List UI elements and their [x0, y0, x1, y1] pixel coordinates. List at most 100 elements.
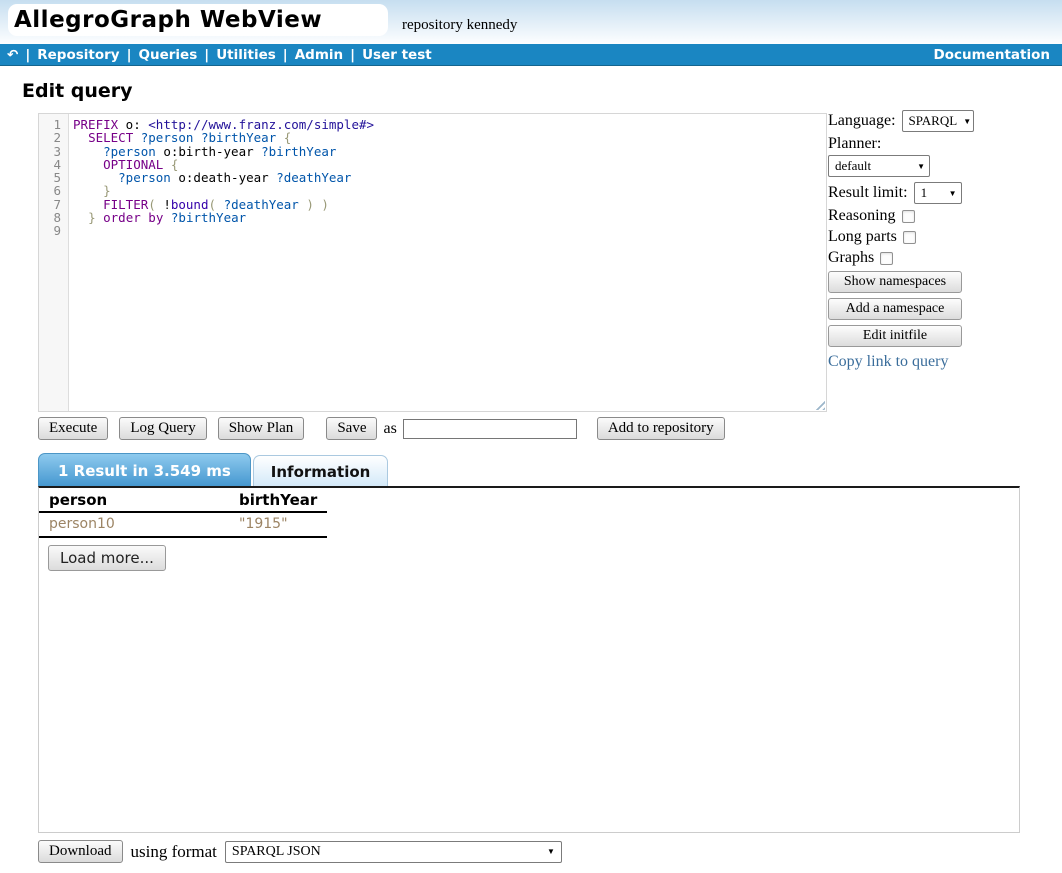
- code-text[interactable]: [69, 224, 73, 237]
- option-row-graphs: Graphs: [828, 249, 1060, 267]
- code-text[interactable]: ?person o:birth-year ?birthYear: [69, 145, 336, 158]
- checkbox-long-parts[interactable]: [903, 231, 916, 244]
- planner-value: default: [835, 158, 871, 174]
- option-label-reasoning: Reasoning: [828, 207, 896, 225]
- line-number: 7: [39, 198, 69, 211]
- add-a-namespace-button[interactable]: Add a namespace: [828, 298, 962, 320]
- code-line: 5 ?person o:death-year ?deathYear: [39, 171, 826, 184]
- resize-handle-icon[interactable]: [812, 397, 825, 410]
- nav-separator: |: [204, 47, 209, 63]
- code-line: 6 }: [39, 184, 826, 197]
- chevron-down-icon: ▼: [949, 189, 957, 198]
- nav-item-admin[interactable]: Admin: [295, 47, 343, 63]
- column-header-person: person: [39, 488, 229, 512]
- chevron-down-icon: ▼: [547, 847, 555, 856]
- result-limit-select[interactable]: 1 ▼: [914, 182, 962, 204]
- column-header-birthyear: birthYear: [229, 488, 327, 512]
- chevron-down-icon: ▼: [963, 117, 971, 126]
- log-query-button[interactable]: Log Query: [119, 417, 206, 440]
- language-value: SPARQL: [909, 113, 958, 129]
- code-line: 3 ?person o:birth-year ?birthYear: [39, 145, 826, 158]
- result-limit-value: 1: [921, 185, 928, 201]
- main-nav: ↶ | Repository | Queries | Utilities | Admin | U…: [0, 44, 1062, 66]
- checkbox-graphs[interactable]: [880, 252, 893, 265]
- result-limit-label: Result limit:: [828, 184, 908, 202]
- format-select[interactable]: SPARQL JSON ▼: [225, 841, 562, 863]
- line-number: 9: [39, 224, 69, 237]
- nav-documentation-link[interactable]: Documentation: [934, 47, 1050, 63]
- option-row-long-parts: Long parts: [828, 228, 1060, 246]
- table-row: person10"1915": [39, 512, 327, 537]
- code-line: 1PREFIX o: <http://www.franz.com/simple#…: [39, 118, 826, 131]
- code-text[interactable]: OPTIONAL {: [69, 158, 178, 171]
- line-number: 1: [39, 118, 69, 131]
- planner-label: Planner:: [828, 135, 881, 153]
- code-text[interactable]: }: [69, 184, 111, 197]
- using-format-label: using format: [131, 842, 217, 862]
- option-checkboxes: Reasoning Long parts Graphs: [828, 207, 1060, 267]
- option-row-reasoning: Reasoning: [828, 207, 1060, 225]
- download-button[interactable]: Download: [38, 840, 123, 863]
- planner-select[interactable]: default ▼: [828, 155, 930, 177]
- app-title: AllegroGraph WebView: [14, 7, 322, 33]
- query-options-panel: Language: SPARQL ▼ Planner: default ▼ Re…: [828, 110, 1060, 371]
- back-arrow-icon[interactable]: ↶: [7, 47, 18, 63]
- line-number: 2: [39, 131, 69, 144]
- code-text[interactable]: } order by ?birthYear: [69, 211, 246, 224]
- load-more-button[interactable]: Load more...: [48, 545, 166, 571]
- code-line: 2 SELECT ?person ?birthYear {: [39, 131, 826, 144]
- results-table: personbirthYear person10"1915": [39, 488, 327, 538]
- code-text[interactable]: ?person o:death-year ?deathYear: [69, 171, 351, 184]
- code-text[interactable]: SELECT ?person ?birthYear {: [69, 131, 291, 144]
- chevron-down-icon: ▼: [917, 162, 925, 171]
- add-to-repository-button[interactable]: Add to repository: [597, 417, 725, 440]
- edit-initfile-button[interactable]: Edit initfile: [828, 325, 962, 347]
- code-area[interactable]: 1PREFIX o: <http://www.franz.com/simple#…: [39, 118, 826, 238]
- show-namespaces-button[interactable]: Show namespaces: [828, 271, 962, 293]
- option-label-graphs: Graphs: [828, 249, 874, 267]
- tab-1-result-in-3-549-ms[interactable]: 1 Result in 3.549 ms: [38, 453, 251, 489]
- code-line: 9: [39, 224, 826, 237]
- query-actions-row: Execute Log Query Show Plan Save as Add …: [38, 417, 725, 440]
- line-number: 4: [39, 158, 69, 171]
- nav-separator: |: [283, 47, 288, 63]
- nav-separator: |: [25, 47, 30, 63]
- app-header: AllegroGraph WebView repository kennedy: [0, 0, 1062, 44]
- cell-person[interactable]: person10: [39, 512, 229, 537]
- line-number: 3: [39, 145, 69, 158]
- save-as-label: as: [383, 420, 396, 438]
- cell-birthyear: "1915": [229, 512, 327, 537]
- code-line: 8 } order by ?birthYear: [39, 211, 826, 224]
- download-row: Download using format SPARQL JSON ▼: [38, 840, 562, 863]
- code-line: 4 OPTIONAL {: [39, 158, 826, 171]
- format-value: SPARQL JSON: [232, 844, 321, 860]
- show-plan-button[interactable]: Show Plan: [218, 417, 305, 440]
- nav-separator: |: [350, 47, 355, 63]
- save-name-input[interactable]: [403, 419, 577, 439]
- namespace-buttons: Show namespaces Add a namespace Edit initf…: [828, 271, 1060, 347]
- line-number: 6: [39, 184, 69, 197]
- save-button[interactable]: Save: [326, 417, 377, 440]
- page-title: Edit query: [22, 80, 133, 102]
- execute-button[interactable]: Execute: [38, 417, 108, 440]
- option-label-long-parts: Long parts: [828, 228, 897, 246]
- checkbox-reasoning[interactable]: [902, 210, 915, 223]
- line-number: 5: [39, 171, 69, 184]
- nav-separator: |: [127, 47, 132, 63]
- nav-item-user-test[interactable]: User test: [362, 47, 432, 63]
- repository-label: repository kennedy: [402, 17, 517, 34]
- language-select[interactable]: SPARQL ▼: [902, 110, 974, 132]
- copy-link-to-query[interactable]: Copy link to query: [828, 353, 948, 371]
- language-label: Language:: [828, 112, 896, 130]
- results-tabbar: 1 Result in 3.549 msInformation: [38, 453, 390, 489]
- nav-item-utilities[interactable]: Utilities: [216, 47, 276, 63]
- code-text[interactable]: FILTER( !bound( ?deathYear ) ): [69, 198, 329, 211]
- code-line: 7 FILTER( !bound( ?deathYear ) ): [39, 198, 826, 211]
- query-editor[interactable]: 1PREFIX o: <http://www.franz.com/simple#…: [38, 113, 827, 412]
- tab-information[interactable]: Information: [253, 455, 389, 489]
- code-text[interactable]: PREFIX o: <http://www.franz.com/simple#>: [69, 118, 374, 131]
- nav-item-queries[interactable]: Queries: [139, 47, 198, 63]
- nav-item-repository[interactable]: Repository: [37, 47, 119, 63]
- nav-items: Repository | Queries | Utilities | Admin | User …: [37, 47, 431, 63]
- line-number: 8: [39, 211, 69, 224]
